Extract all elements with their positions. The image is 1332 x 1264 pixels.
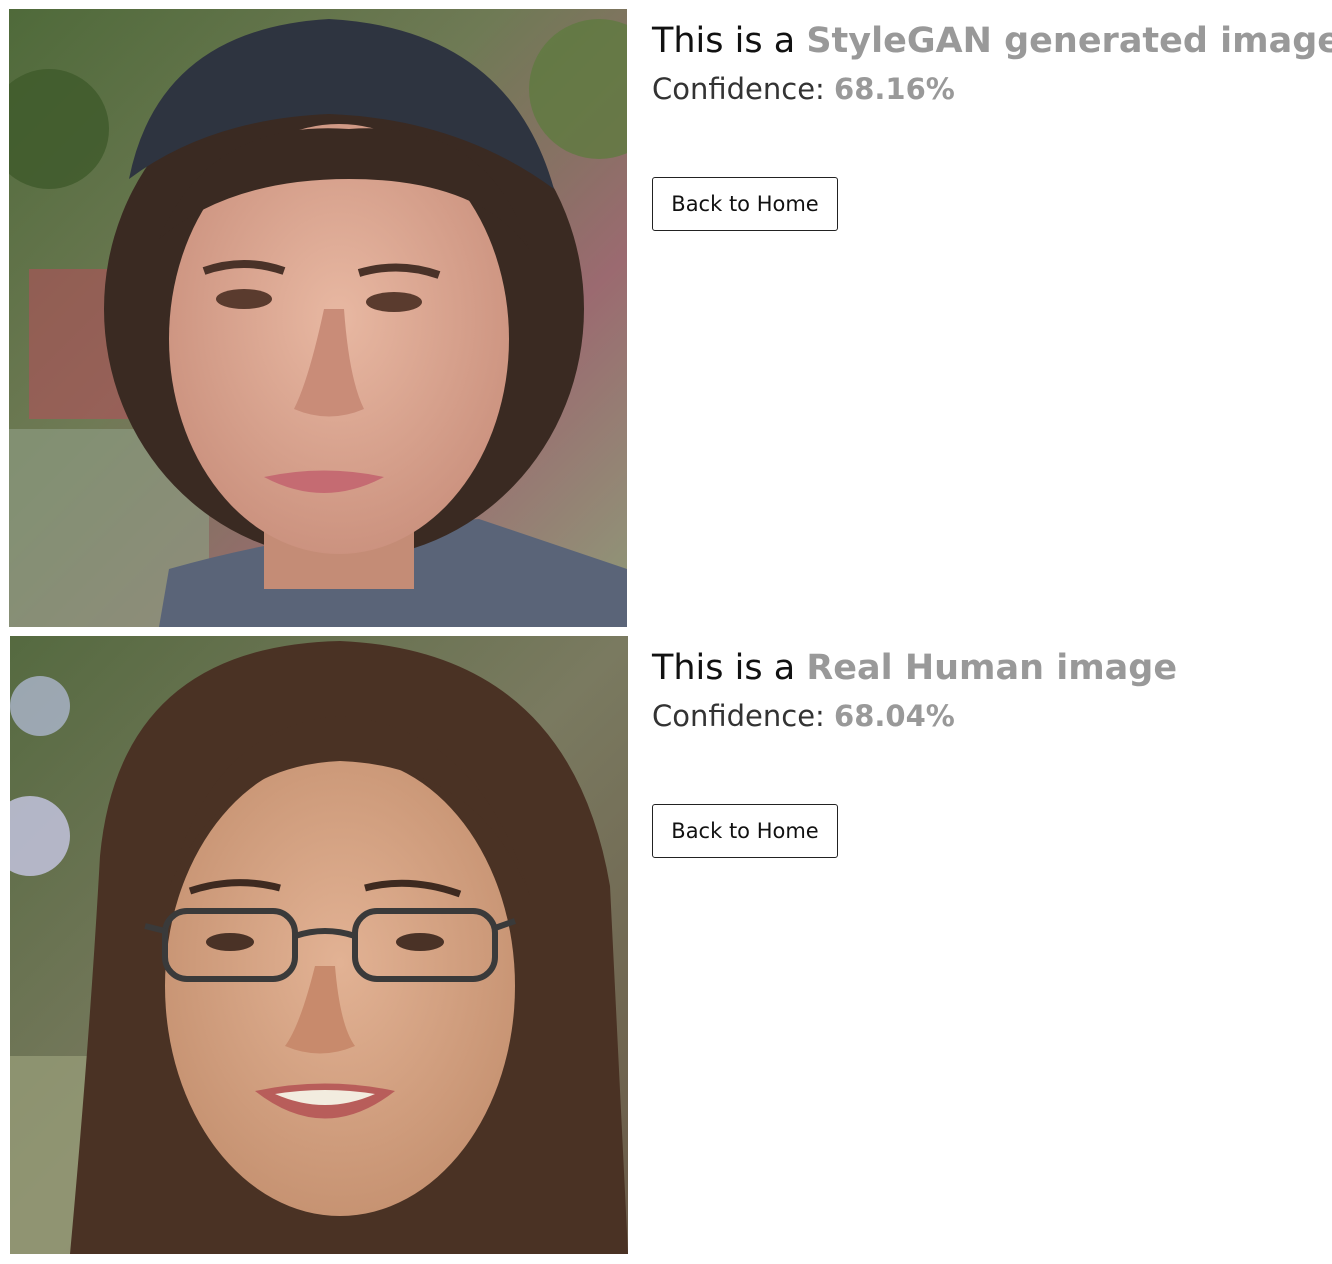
back-to-home-button[interactable]: Back to Home	[652, 804, 838, 858]
headline-prefix: This is a	[652, 21, 796, 61]
result-card: This is a Real Human image Confidence: 6…	[0, 627, 1332, 1254]
face-photo-man	[9, 9, 627, 627]
headline-prefix: This is a	[652, 648, 796, 688]
back-to-home-button[interactable]: Back to Home	[652, 177, 838, 231]
verdict-label: StyleGAN generated image	[806, 21, 1332, 61]
confidence-line: Confidence: 68.16%	[652, 71, 1322, 107]
confidence-line: Confidence: 68.04%	[652, 698, 1322, 734]
verdict-label: Real Human image	[806, 648, 1178, 688]
confidence-label: Confidence:	[652, 72, 825, 106]
face-image	[10, 636, 628, 1254]
confidence-value: 68.16%	[834, 72, 955, 106]
result-headline: This is a Real Human image	[652, 645, 1322, 691]
face-photo-woman	[10, 636, 628, 1254]
face-image	[9, 9, 627, 627]
result-info: This is a Real Human image Confidence: 6…	[652, 645, 1322, 858]
confidence-label: Confidence:	[652, 699, 825, 733]
result-card: This is a StyleGAN generated image Confi…	[0, 0, 1332, 627]
confidence-value: 68.04%	[834, 699, 955, 733]
result-headline: This is a StyleGAN generated image	[652, 18, 1332, 64]
result-info: This is a StyleGAN generated image Confi…	[652, 18, 1332, 231]
